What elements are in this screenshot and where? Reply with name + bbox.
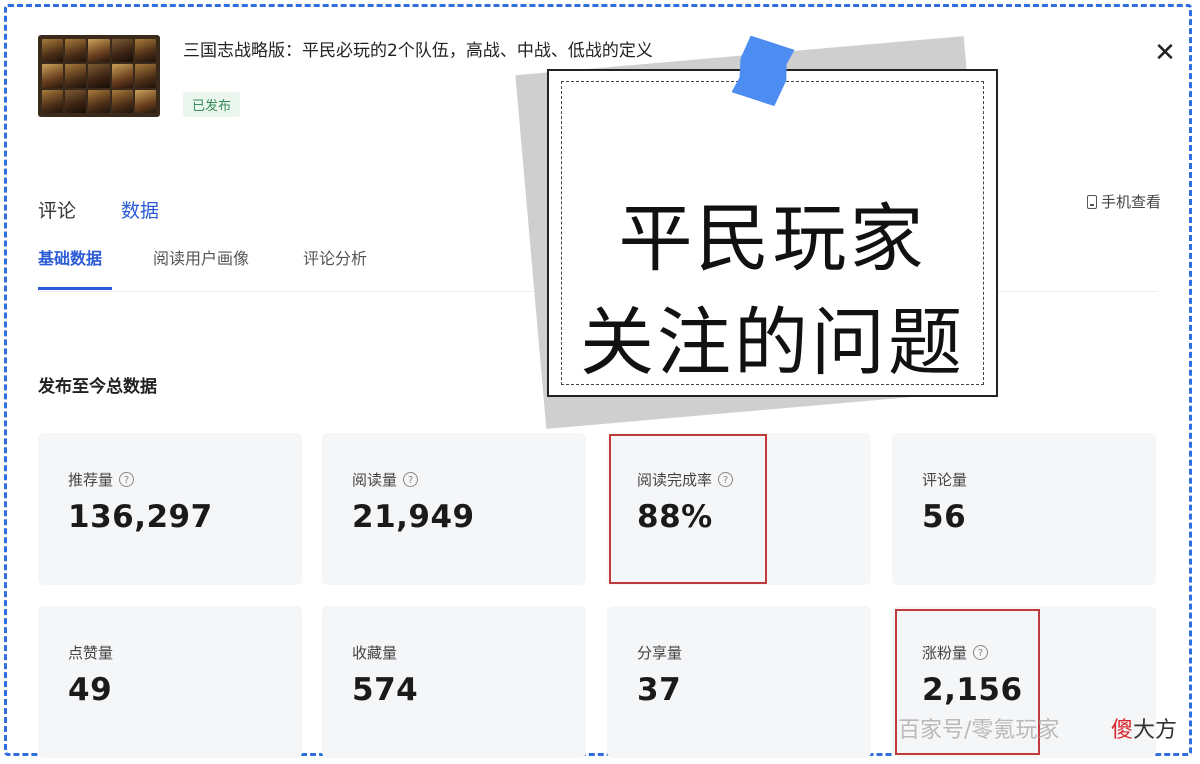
stat-label: 推荐量	[68, 471, 114, 489]
help-icon[interactable]: ?	[403, 472, 419, 487]
mobile-view-button[interactable]: 手机查看	[1087, 191, 1161, 212]
sticker-line-2: 关注的问题	[580, 300, 965, 386]
stat-value: 56	[922, 499, 967, 535]
status-badge: 已发布	[183, 92, 241, 117]
close-icon[interactable]: ✕	[1150, 38, 1180, 68]
tab-data[interactable]: 数据	[121, 196, 159, 223]
mobile-view-label: 手机查看	[1101, 193, 1162, 211]
highlight-box-completion-rate	[609, 434, 767, 584]
watermark-logo-red: 傻	[1111, 718, 1134, 743]
tab-comments[interactable]: 评论	[38, 196, 76, 223]
article-title: 三国志战略版：平民必玩的2个队伍，高战、中战、低战的定义	[183, 41, 653, 61]
watermark-text: 百家号/零氪玩家	[898, 718, 1060, 743]
stat-card-shares: 分享量 37	[607, 606, 871, 758]
stat-label: 评论量	[922, 471, 968, 489]
stat-card-favorites: 收藏量 574	[322, 606, 586, 758]
stat-card-reads: 阅读量 ? 21,949	[322, 433, 586, 585]
stat-value: 21,949	[352, 499, 475, 535]
tab-comment-analysis[interactable]: 评论分析	[303, 245, 367, 269]
tab-basic-data[interactable]: 基础数据	[38, 245, 102, 269]
stat-label: 点赞量	[68, 644, 114, 662]
help-icon[interactable]: ?	[119, 472, 135, 487]
tab-reader-profile[interactable]: 阅读用户画像	[153, 245, 249, 269]
stat-value: 49	[68, 672, 113, 708]
stat-value: 37	[637, 672, 682, 708]
stat-label: 分享量	[637, 644, 683, 662]
stat-card-recommend: 推荐量 ? 136,297	[38, 433, 302, 585]
watermark-logo-rest: 大方	[1133, 718, 1178, 743]
stat-value: 574	[352, 672, 419, 708]
active-tab-underline	[38, 287, 112, 290]
stat-label: 收藏量	[352, 644, 398, 662]
stat-value: 136,297	[68, 499, 213, 535]
article-thumbnail	[38, 35, 160, 117]
stat-card-likes: 点赞量 49	[38, 606, 302, 758]
section-title: 发布至今总数据	[38, 377, 157, 397]
stat-card-comments: 评论量 56	[892, 433, 1156, 585]
sticker-line-1: 平民玩家	[618, 196, 927, 282]
watermark-logo: 傻大方	[1111, 712, 1177, 744]
overlay-sticker: 平民玩家 关注的问题	[547, 69, 998, 397]
stat-label: 阅读量	[352, 471, 398, 489]
phone-icon	[1087, 194, 1097, 209]
